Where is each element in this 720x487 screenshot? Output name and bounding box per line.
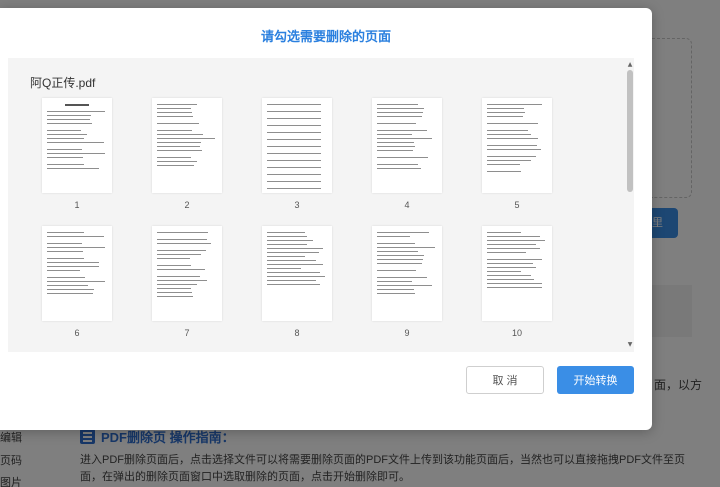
page-number-label: 2 — [184, 200, 190, 210]
page-thumbnail[interactable] — [262, 226, 332, 321]
page-number-label: 3 — [294, 200, 300, 210]
start-convert-button[interactable]: 开始转换 — [557, 366, 634, 394]
page-selection-panel: 阿Q正传.pdf 1 2 3 4 5 6 7 8 9 10 ▲ ▼ — [8, 58, 634, 352]
scrollbar[interactable]: ▲ ▼ — [626, 58, 634, 352]
page-number-label: 9 — [404, 328, 410, 338]
page-thumbnail[interactable] — [152, 98, 222, 193]
cancel-button[interactable]: 取 消 — [466, 366, 544, 394]
page-number-label: 7 — [184, 328, 190, 338]
page-number-label: 6 — [74, 328, 80, 338]
file-name: 阿Q正传.pdf — [30, 76, 96, 90]
page-number-label: 10 — [511, 328, 522, 338]
page-thumbnail-item[interactable]: 2 — [152, 98, 222, 210]
page-thumbnail-item[interactable]: 3 — [262, 98, 332, 210]
page-thumbnail[interactable] — [152, 226, 222, 321]
page-thumbnail[interactable] — [372, 226, 442, 321]
page-thumbnail-item[interactable]: 9 — [372, 226, 442, 338]
page-thumbnail[interactable] — [482, 98, 552, 193]
page-thumbnail-item[interactable]: 6 — [42, 226, 112, 338]
scroll-up-arrow-icon[interactable]: ▲ — [626, 60, 634, 70]
page-number-label: 8 — [294, 328, 300, 338]
dialog-title: 请勾选需要删除的页面 — [260, 29, 391, 44]
delete-pages-dialog: 请勾选需要删除的页面 阿Q正传.pdf 1 2 3 4 5 6 7 8 9 10 ▲ ▼ 取 消 … — [0, 8, 652, 430]
page-thumbnail-item[interactable]: 10 — [482, 226, 552, 338]
page-thumbnail-item[interactable]: 7 — [152, 226, 222, 338]
page-number-label: 1 — [74, 200, 80, 210]
scrollbar-thumb[interactable] — [627, 70, 633, 192]
page-thumbnail-item[interactable]: 1 — [42, 98, 112, 210]
page-thumbnail[interactable] — [372, 98, 442, 193]
page-thumbnail-item[interactable]: 8 — [262, 226, 332, 338]
page-number-label: 4 — [404, 200, 410, 210]
page-thumbnail-item[interactable]: 4 — [372, 98, 442, 210]
page-thumbnail-item[interactable]: 5 — [482, 98, 552, 210]
page-number-label: 5 — [514, 200, 520, 210]
page-thumbnail[interactable] — [42, 98, 112, 193]
page-thumbnail[interactable] — [482, 226, 552, 321]
scroll-down-arrow-icon[interactable]: ▼ — [626, 340, 634, 350]
page-thumbnail[interactable] — [42, 226, 112, 321]
page-thumbnail[interactable] — [262, 98, 332, 193]
